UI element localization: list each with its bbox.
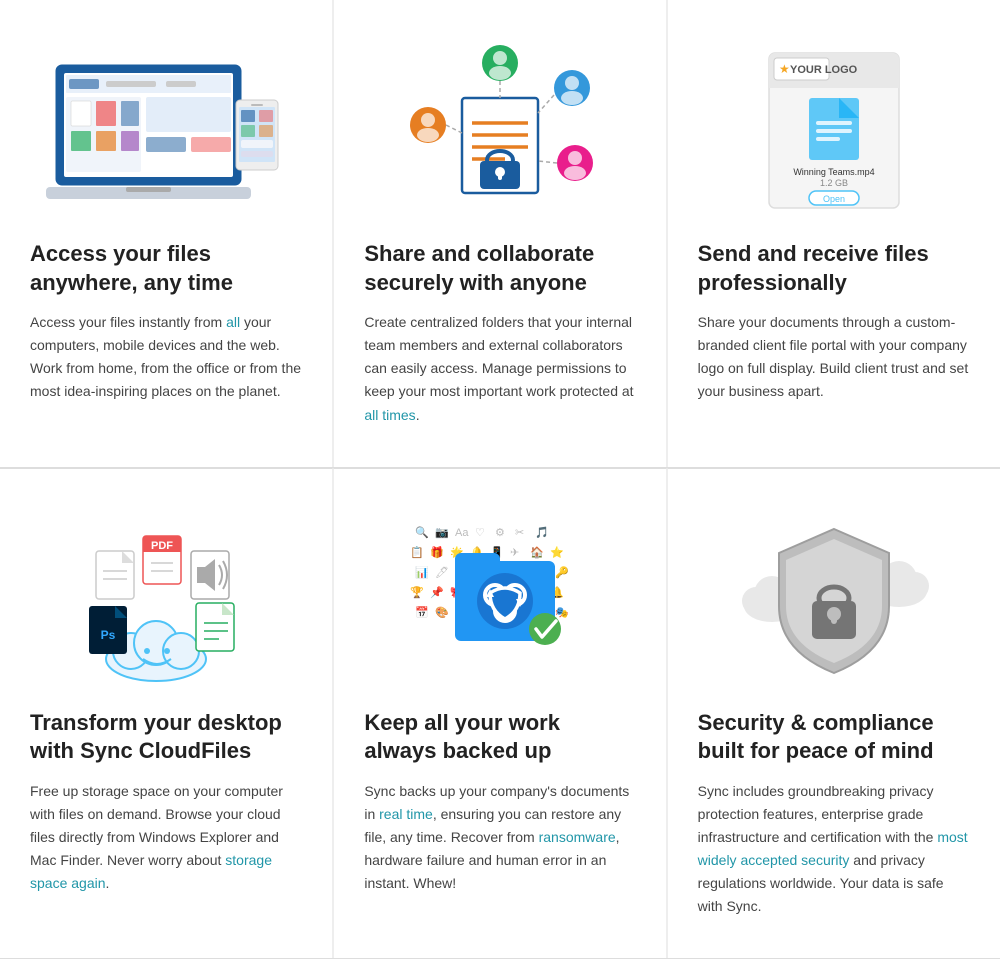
bottom-row: PDF Ps [0, 468, 1000, 959]
svg-text:Open: Open [823, 194, 845, 204]
keep-work-body: Sync backs up your company's documents i… [364, 780, 635, 895]
highlight-storage: storage space again [30, 852, 272, 891]
svg-text:📊: 📊 [415, 566, 429, 579]
svg-text:⭐: ⭐ [550, 546, 564, 559]
image-transform-desktop: PDF Ps [30, 499, 302, 699]
svg-text:YOUR LOGO: YOUR LOGO [790, 64, 858, 76]
svg-text:🖊: 🖊 [435, 566, 449, 579]
access-files-body: Access your files instantly from all you… [30, 311, 302, 403]
svg-text:Winning Teams.mp4: Winning Teams.mp4 [793, 167, 874, 177]
svg-text:✈: ✈ [510, 547, 519, 559]
svg-text:📋: 📋 [410, 546, 424, 559]
access-files-title: Access your files anywhere, any time [30, 240, 302, 297]
svg-text:🔑: 🔑 [555, 565, 569, 579]
security-compliance-title: Security & compliance built for peace of… [698, 709, 970, 766]
highlight-ransomware: ransomware [539, 829, 616, 845]
cell-transform-desktop: PDF Ps [0, 468, 333, 959]
highlight-all-times: all times [364, 407, 415, 423]
cell-keep-work: 🔍 📷 Aa ♡ ⚙ ✂ 🎵 📋 🎁 🌟 🔔 📱 ✈ 🏠 ⭐ 📊 🖊 [333, 468, 666, 959]
svg-text:📅: 📅 [415, 606, 429, 619]
image-keep-work: 🔍 📷 Aa ♡ ⚙ ✂ 🎵 📋 🎁 🌟 🔔 📱 ✈ 🏠 ⭐ 📊 🖊 [364, 499, 635, 699]
highlight-security: most widely accepted security [698, 829, 968, 868]
svg-text:🏠: 🏠 [530, 546, 544, 559]
cell-send-receive: ★ YOUR LOGO Winning Teams.mp4 1.2 GB Ope… [667, 0, 1000, 467]
keep-work-title: Keep all your work always backed up [364, 709, 635, 766]
svg-text:1.2 GB: 1.2 GB [820, 178, 848, 188]
send-receive-title: Send and receive files professionally [698, 240, 970, 297]
svg-text:⚙: ⚙ [495, 527, 505, 539]
svg-text:🎵: 🎵 [535, 526, 549, 539]
svg-text:★: ★ [779, 62, 790, 76]
security-compliance-body: Sync includes groundbreaking privacy pro… [698, 780, 970, 919]
svg-text:📷: 📷 [435, 527, 449, 539]
svg-text:🔍: 🔍 [415, 525, 429, 539]
image-share-collaborate [364, 30, 635, 230]
cell-security-compliance: Security & compliance built for peace of… [667, 468, 1000, 959]
cell-share-collaborate: Share and collaborate securely with anyo… [333, 0, 666, 467]
svg-text:Ps: Ps [101, 628, 116, 642]
svg-text:✂: ✂ [515, 527, 524, 539]
svg-text:🏆: 🏆 [410, 586, 424, 599]
top-row: Access your files anywhere, any time Acc… [0, 0, 1000, 468]
share-collaborate-title: Share and collaborate securely with anyo… [364, 240, 635, 297]
svg-text:🎨: 🎨 [435, 605, 449, 619]
share-collaborate-body: Create centralized folders that your int… [364, 311, 635, 426]
highlight-all: all [226, 314, 240, 330]
send-receive-body: Share your documents through a custom-br… [698, 311, 970, 403]
cell-access-files: Access your files anywhere, any time Acc… [0, 0, 333, 467]
image-send-receive: ★ YOUR LOGO Winning Teams.mp4 1.2 GB Ope… [698, 30, 970, 230]
svg-text:📌: 📌 [430, 585, 444, 599]
highlight-real-time: real time [379, 806, 433, 822]
svg-text:🎭: 🎭 [555, 607, 569, 619]
image-access-files [30, 30, 302, 230]
svg-text:🎁: 🎁 [430, 546, 444, 559]
svg-text:♡: ♡ [475, 527, 485, 539]
svg-text:PDF: PDF [151, 540, 173, 552]
svg-text:Aa: Aa [455, 527, 469, 539]
transform-desktop-body: Free up storage space on your computer w… [30, 780, 302, 895]
image-security-compliance [698, 499, 970, 699]
transform-desktop-title: Transform your desktop with Sync CloudFi… [30, 709, 302, 766]
